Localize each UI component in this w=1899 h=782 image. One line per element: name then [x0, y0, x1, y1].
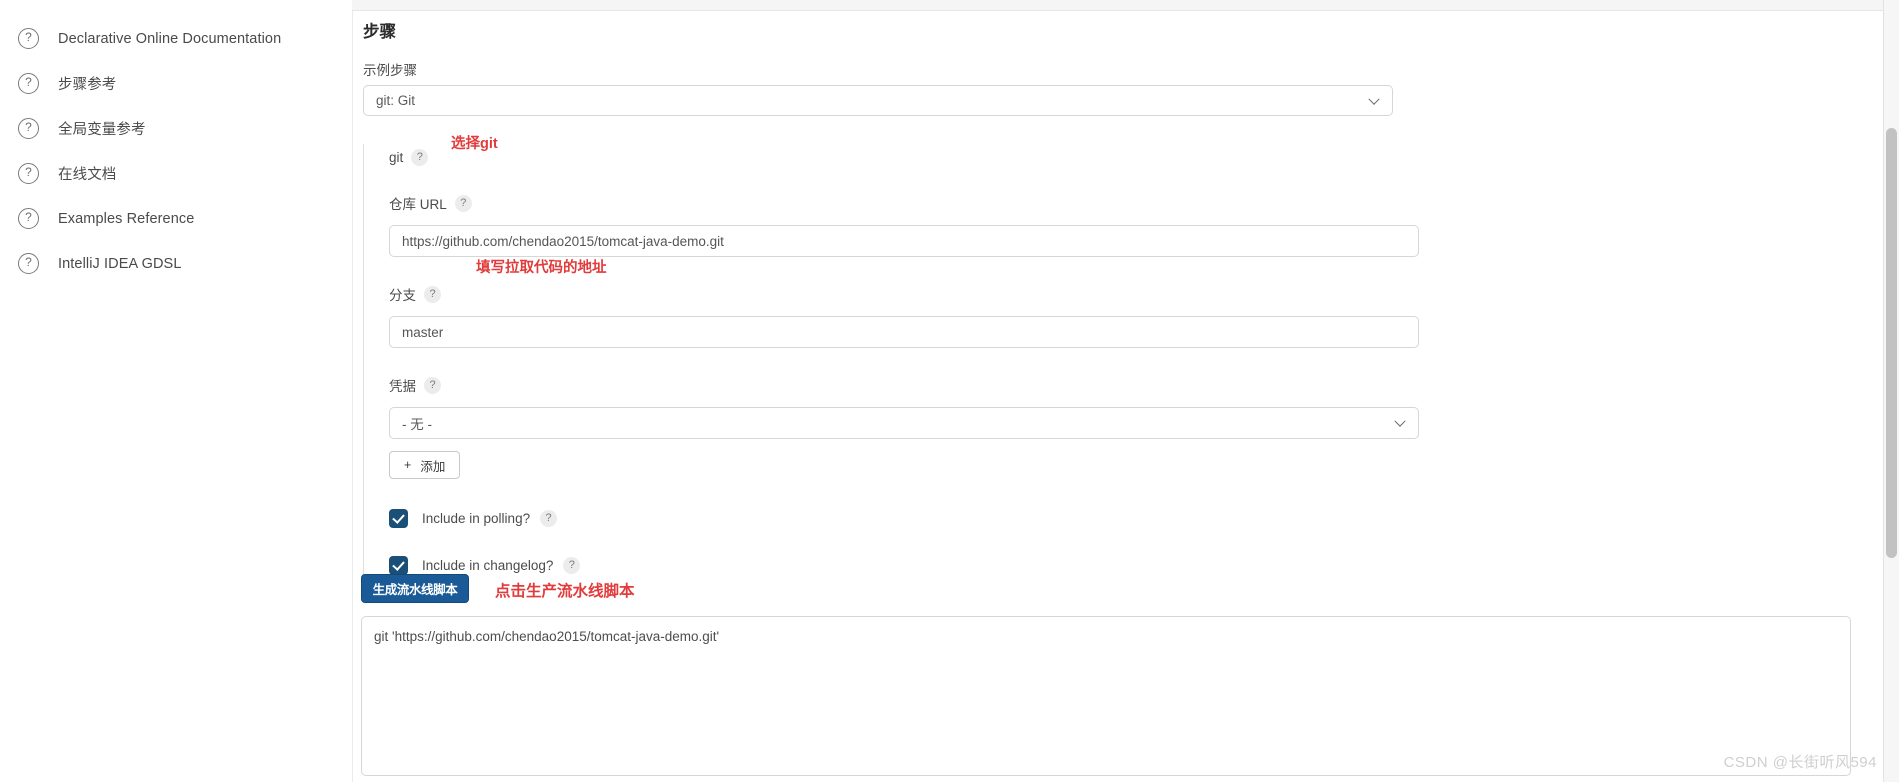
help-circle-icon: ?	[18, 208, 39, 229]
scrollbar-thumb[interactable]	[1886, 128, 1897, 558]
sidebar-item-global-variable-reference[interactable]: ? 全局变量参考	[0, 106, 352, 151]
git-block-title-row: git ?	[389, 149, 1763, 166]
branch-label-row: 分支 ?	[389, 284, 1763, 304]
chevron-down-icon	[1370, 98, 1379, 107]
credentials-value: - 无 -	[402, 417, 432, 432]
branch-input[interactable]	[389, 316, 1419, 348]
help-circle-icon: ?	[18, 118, 39, 139]
include-in-changelog-label: Include in changelog?	[422, 558, 554, 573]
repo-url-input[interactable]	[389, 225, 1419, 257]
sidebar-item-step-reference[interactable]: ? 步骤参考	[0, 61, 352, 106]
sample-step-label: 示例步骤	[363, 63, 417, 78]
chevron-down-icon	[1396, 420, 1405, 429]
repo-url-label-row: 仓库 URL ?	[389, 193, 1763, 213]
sidebar-item-label: Declarative Online Documentation	[58, 30, 282, 47]
generate-pipeline-script-button[interactable]: 生成流水线脚本	[361, 574, 469, 603]
add-credentials-button[interactable]: + 添加	[389, 451, 461, 479]
help-hint-icon[interactable]: ?	[540, 510, 558, 527]
pipeline-script-output[interactable]	[361, 616, 1851, 776]
credentials-select[interactable]: - 无 -	[389, 407, 1419, 439]
watermark: CSDN @长街听风594	[1723, 754, 1877, 771]
include-in-polling-label: Include in polling?	[422, 511, 531, 526]
branch-label: 分支	[389, 288, 416, 303]
add-credentials-label: 添加	[420, 459, 446, 474]
sample-step-select[interactable]: git: Git	[363, 85, 1393, 116]
top-strip-left-gap	[0, 0, 352, 11]
sidebar-item-online-documentation[interactable]: ? 在线文档	[0, 151, 352, 196]
sidebar: ? Declarative Online Documentation ? 步骤参…	[0, 11, 353, 782]
sidebar-item-label: 全局变量参考	[58, 122, 146, 138]
help-hint-icon[interactable]: ?	[454, 194, 472, 212]
credentials-label: 凭据	[389, 379, 416, 394]
sidebar-item-label: 在线文档	[58, 167, 117, 183]
page-title: 步骤	[363, 23, 396, 41]
sidebar-item-intellij-idea-gdsl[interactable]: ? IntelliJ IDEA GDSL	[0, 241, 352, 286]
sidebar-item-examples-reference[interactable]: ? Examples Reference	[0, 196, 352, 241]
sample-step-value: git: Git	[376, 93, 416, 108]
help-hint-icon[interactable]: ?	[563, 557, 581, 574]
help-circle-icon: ?	[18, 163, 39, 184]
include-in-changelog-row[interactable]: Include in changelog? ?	[389, 556, 1763, 587]
page-root: ? Declarative Online Documentation ? 步骤参…	[0, 0, 1899, 782]
sidebar-item-label: 步骤参考	[58, 77, 117, 93]
help-hint-icon[interactable]: ?	[424, 376, 441, 394]
plus-icon: +	[404, 458, 412, 472]
include-in-polling-row[interactable]: Include in polling? ?	[389, 509, 1763, 528]
git-block-title: git	[389, 150, 404, 165]
vertical-scrollbar[interactable]	[1883, 0, 1899, 782]
main-content: 步骤 示例步骤 git: Git 选择git 填写拉取代码的地址 点击生产流水线…	[353, 11, 1884, 782]
help-circle-icon: ?	[18, 28, 39, 49]
credentials-label-row: 凭据 ?	[389, 375, 1763, 395]
sidebar-item-label: Examples Reference	[58, 210, 195, 227]
help-circle-icon: ?	[18, 253, 39, 274]
sidebar-item-declarative-online-documentation[interactable]: ? Declarative Online Documentation	[0, 16, 352, 61]
sidebar-item-label: IntelliJ IDEA GDSL	[58, 255, 182, 272]
checkbox-checked-icon[interactable]	[389, 509, 408, 528]
checkbox-checked-icon[interactable]	[389, 556, 408, 575]
repo-url-label: 仓库 URL	[389, 197, 447, 212]
git-step-block: git ? 仓库 URL ? 分支 ? 凭据 ? - 无 -	[363, 144, 1763, 587]
help-hint-icon[interactable]: ?	[411, 149, 429, 166]
help-hint-icon[interactable]: ?	[424, 285, 441, 303]
help-circle-icon: ?	[18, 73, 39, 94]
